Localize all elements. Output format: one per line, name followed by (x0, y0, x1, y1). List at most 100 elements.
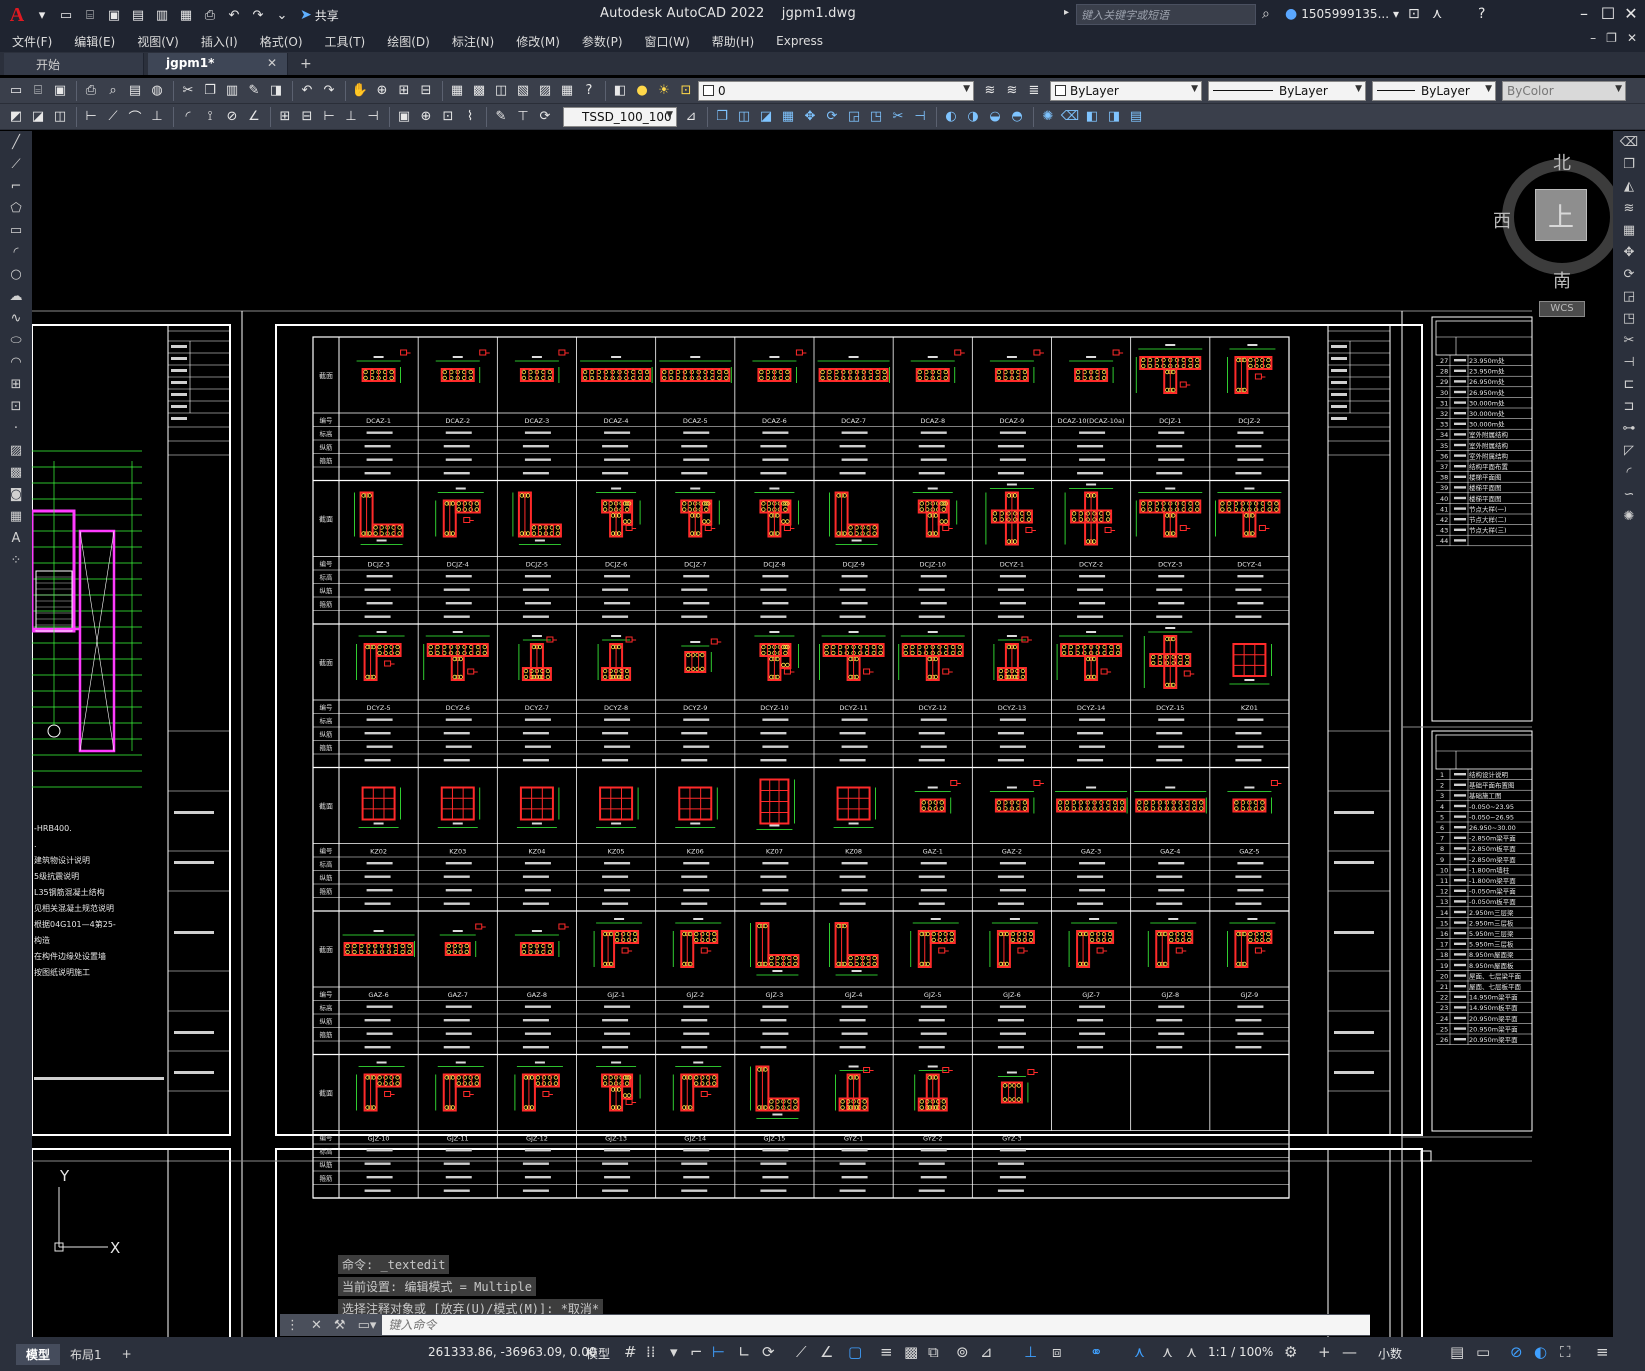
properties-icon[interactable]: ▦ (447, 81, 467, 101)
zoom-window-icon[interactable]: ⊞ (394, 81, 414, 101)
customize-status-icon[interactable]: ≡ (1596, 1343, 1609, 1361)
grid-icon[interactable]: # (624, 1343, 637, 1361)
modify-move-icon[interactable]: ✥ (800, 107, 820, 127)
copy-object-icon[interactable]: ❐ (1613, 153, 1645, 175)
continue-dim-icon[interactable]: ⊢ (319, 107, 339, 127)
break-at-point-icon[interactable]: ⊏ (1613, 373, 1645, 395)
3d-osnap-icon[interactable]: ⊚ (956, 1343, 969, 1361)
layer-lock-icon[interactable]: ⊡ (676, 81, 696, 101)
match-properties-icon[interactable]: ✎ (244, 81, 264, 101)
add-layout-button[interactable]: + (112, 1345, 142, 1363)
insert-block-icon[interactable]: ⊞ (0, 373, 32, 395)
tssd-layer-icon[interactable]: ◫ (50, 107, 70, 127)
gradient-icon[interactable]: ▩ (0, 461, 32, 483)
pan-icon[interactable]: ✋ (350, 81, 370, 101)
open-web-icon[interactable]: ▥ (153, 6, 171, 24)
annotation-monitor-icon[interactable]: + (1318, 1343, 1331, 1361)
menu-parametric[interactable]: 参数(P) (582, 33, 623, 50)
add-selected-icon[interactable]: ⁘ (0, 549, 32, 571)
isolate-icon[interactable]: ◐ (1534, 1343, 1547, 1361)
model-space-toggle[interactable]: 模型 (586, 1345, 610, 1362)
close-button[interactable]: ✕ (1617, 4, 1645, 26)
point-icon[interactable]: · (0, 417, 32, 439)
arc-icon[interactable]: ◜ (0, 241, 32, 263)
annotation-scale-value[interactable]: 1:1 / 100% (1208, 1345, 1273, 1359)
color-select[interactable]: ByLayer ▼ (1050, 80, 1202, 101)
make-block-icon[interactable]: ⊡ (0, 395, 32, 417)
layer-properties-icon[interactable]: ◧ (610, 81, 630, 101)
modify-stretch-icon[interactable]: ◳ (866, 107, 886, 127)
offset-icon[interactable]: ≋ (1613, 197, 1645, 219)
sheet-set-icon[interactable]: ▧ (513, 81, 533, 101)
hatch-icon[interactable]: ▨ (0, 439, 32, 461)
menu-format[interactable]: 格式(O) (260, 33, 303, 50)
polyline-icon[interactable]: ⌐ (0, 175, 32, 197)
share-button[interactable]: ➤ 共享 (300, 7, 339, 24)
coordinates-readout[interactable]: 261333.86, -36963.09, 0.00 (428, 1345, 596, 1359)
mtext-icon[interactable]: A (0, 527, 32, 549)
dim-space-icon[interactable]: ⊥ (341, 107, 361, 127)
mirror-icon[interactable]: ◭ (1613, 175, 1645, 197)
polygon-icon[interactable]: ⬠ (0, 197, 32, 219)
modify-array-icon[interactable]: ▦ (778, 107, 798, 127)
hardware-acceleration-icon[interactable]: ⊘ (1510, 1343, 1523, 1361)
new-icon[interactable]: ▭ (6, 81, 26, 101)
trim-icon[interactable]: ✂ (1613, 329, 1645, 351)
revcloud-icon[interactable]: ☁ (0, 285, 32, 307)
undo-icon[interactable]: ↶ (225, 6, 243, 24)
stretch-icon[interactable]: ◳ (1613, 307, 1645, 329)
calculator-icon[interactable]: ▦ (557, 81, 577, 101)
jogged-linear-icon[interactable]: ⌇ (460, 107, 480, 127)
open-icon[interactable]: ⌸ (28, 81, 48, 101)
tool-palettes-icon[interactable]: ◫ (491, 81, 511, 101)
cut-icon[interactable]: ✂ (178, 81, 198, 101)
new-tab-button[interactable]: + (288, 53, 324, 75)
lineweight-icon[interactable]: ≡ (880, 1343, 893, 1361)
search-icon[interactable]: ⌕ (1262, 6, 1270, 22)
paste-icon[interactable]: ▥ (222, 81, 242, 101)
angular-dim-icon[interactable]: ∠ (244, 107, 264, 127)
region-icon[interactable]: ◙ (0, 483, 32, 505)
modify-explode-icon[interactable]: ✺ (1038, 107, 1058, 127)
app-menu-chevron-icon[interactable]: ▾ (33, 6, 51, 24)
publish-icon[interactable]: ▤ (125, 81, 145, 101)
clean-screen-icon[interactable]: ⛶ (1560, 1343, 1571, 1361)
fillet-icon[interactable]: ◜ (1613, 461, 1645, 483)
linetype-select[interactable]: ByLayer ▼ (1208, 80, 1366, 101)
zoom-previous-icon[interactable]: ⊟ (416, 81, 436, 101)
design-center-icon[interactable]: ▩ (469, 81, 489, 101)
rotate-icon[interactable]: ⟳ (1613, 263, 1645, 285)
menu-window[interactable]: 窗口(W) (645, 33, 690, 50)
help-icon[interactable]: ? (1478, 6, 1485, 22)
tab-jgpm1[interactable]: jgpm1* ✕ (148, 53, 288, 75)
baseline-dim-icon[interactable]: ⊟ (297, 107, 317, 127)
menu-edit[interactable]: 编辑(E) (74, 33, 115, 50)
units-value[interactable]: 小数 (1378, 1345, 1402, 1362)
quick-dim-icon[interactable]: ⊞ (275, 107, 295, 127)
search-expand-icon[interactable]: ▸ (1064, 7, 1069, 18)
table-icon[interactable]: ▦ (0, 505, 32, 527)
modify-pedit-icon[interactable]: ◧ (1082, 107, 1102, 127)
auto-scale-icon[interactable]: ⋏ (1134, 1343, 1145, 1361)
layer-state-icon[interactable]: ≣ (1024, 81, 1044, 101)
erase-icon[interactable]: ⌫ (1613, 131, 1645, 153)
copy-icon[interactable]: ❐ (200, 81, 220, 101)
plot-icon[interactable]: ⎙ (81, 81, 101, 101)
linear-dim-icon[interactable]: ⊢ (81, 107, 101, 127)
arc-length-icon[interactable]: ⌒ (125, 107, 145, 127)
modify-extend-icon[interactable]: ⊣ (910, 107, 930, 127)
redo-icon[interactable]: ↷ (319, 81, 339, 101)
save-icon[interactable]: ▣ (50, 81, 70, 101)
block-editor-icon[interactable]: ◨ (266, 81, 286, 101)
snap-dropdown-icon[interactable]: ▾ (670, 1343, 678, 1361)
modify-break-icon[interactable]: ◐ (941, 107, 961, 127)
annotation-scale-icon[interactable]: ⋏ (1162, 1343, 1173, 1361)
save-icon[interactable]: ▣ (105, 6, 123, 24)
jogged-dim-icon[interactable]: ⟟ (200, 107, 220, 127)
tssd-copy-icon[interactable]: ◪ (28, 107, 48, 127)
undo-icon[interactable]: ↶ (297, 81, 317, 101)
tolerance-icon[interactable]: ▣ (394, 107, 414, 127)
menu-tools[interactable]: 工具(T) (325, 33, 366, 50)
isolate-objects-icon[interactable]: — (1342, 1343, 1357, 1361)
open-folder-icon[interactable]: ⌸ (81, 6, 99, 24)
